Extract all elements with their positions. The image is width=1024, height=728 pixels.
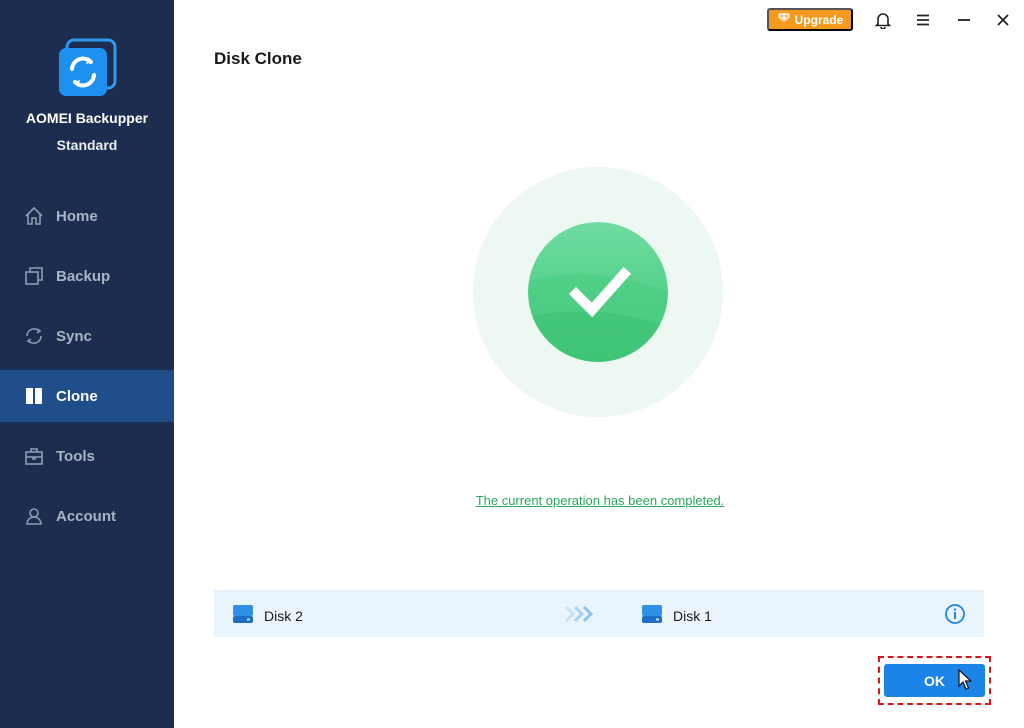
source-disk: Disk 2 [232, 604, 303, 627]
account-icon [24, 506, 44, 526]
sidebar-item-label: Tools [56, 447, 95, 465]
tools-icon [24, 446, 44, 466]
app-edition: Standard [56, 137, 118, 153]
disk-icon [641, 604, 663, 627]
sync-disk-logo-icon [57, 38, 117, 98]
diamond-icon [777, 12, 791, 27]
status-text[interactable]: The current operation has been completed… [0, 493, 1024, 508]
mouse-cursor-icon [958, 668, 973, 696]
arrows-right-icon [564, 604, 596, 629]
sidebar-item-label: Backup [56, 267, 111, 285]
destination-disk: Disk 1 [641, 604, 712, 627]
page-title: Disk Clone [214, 49, 302, 68]
home-icon [24, 206, 44, 226]
close-icon[interactable] [992, 9, 1014, 31]
source-disk-label: Disk 2 [264, 607, 303, 624]
sidebar: AOMEI Backupper Standard Home Backup Syn… [0, 0, 174, 728]
sidebar-item-tools[interactable]: Tools [0, 430, 174, 482]
disk-icon [232, 604, 254, 627]
sidebar-item-label: Sync [56, 327, 92, 345]
sidebar-item-label: Home [56, 207, 98, 225]
sidebar-item-label: Clone [56, 387, 98, 405]
bell-icon[interactable] [872, 9, 894, 31]
sidebar-item-sync[interactable]: Sync [0, 310, 174, 362]
app-name: AOMEI Backupper [25, 110, 149, 126]
disk-clone-summary: Disk 2 Disk 1 [214, 590, 984, 637]
destination-disk-label: Disk 1 [673, 607, 712, 624]
sidebar-item-backup[interactable]: Backup [0, 250, 174, 302]
sidebar-item-home[interactable]: Home [0, 190, 174, 242]
clone-icon [24, 386, 44, 406]
checkmark-icon [528, 222, 668, 362]
backup-icon [24, 266, 44, 286]
sync-icon [24, 326, 44, 346]
upgrade-button[interactable]: Upgrade [767, 8, 853, 31]
sidebar-item-clone[interactable]: Clone [0, 370, 174, 422]
info-icon[interactable] [944, 603, 966, 630]
menu-icon[interactable] [912, 9, 934, 31]
upgrade-label: Upgrade [794, 12, 844, 27]
minimize-icon[interactable] [953, 9, 975, 31]
sidebar-item-label: Account [56, 507, 116, 525]
